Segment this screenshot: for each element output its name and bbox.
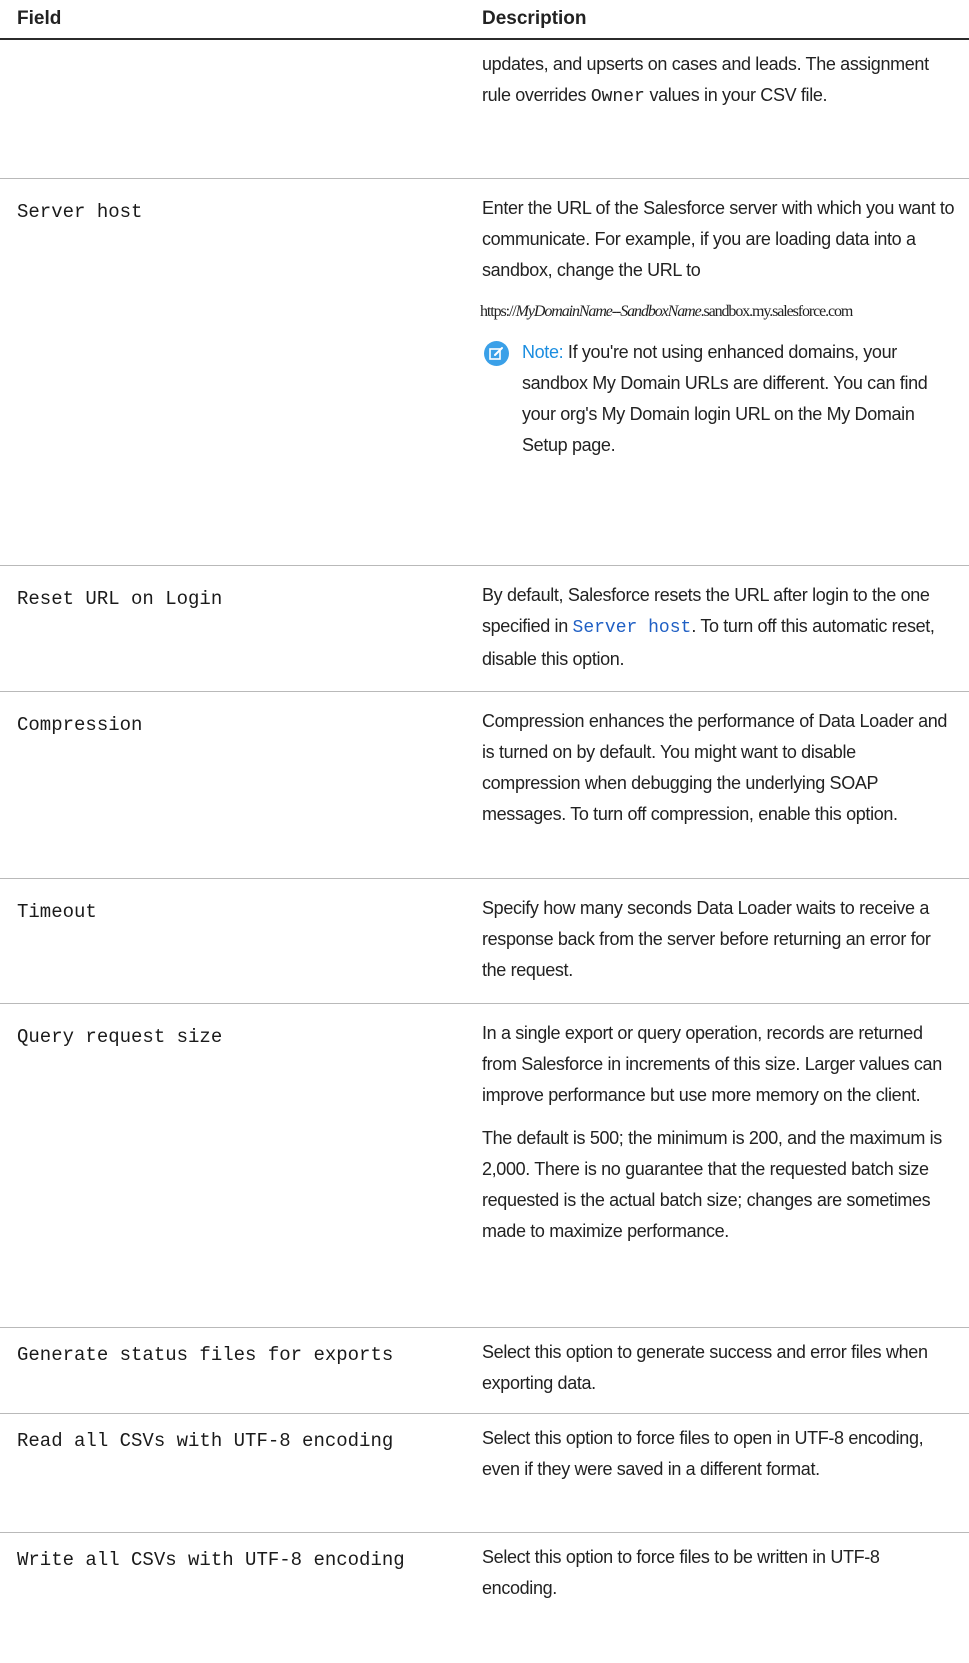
note-label: Note: xyxy=(522,342,564,362)
table-row: Reset URL on Login By default, Salesforc… xyxy=(0,566,969,692)
table-header: Field Description xyxy=(0,0,969,40)
url-suffix: .sandbox.my.salesforce.com xyxy=(700,303,854,320)
description-text: Enter the URL of the Salesforce server w… xyxy=(482,198,955,280)
description-text: The default is 500; the minimum is 200, … xyxy=(482,1128,942,1241)
description-cell: Compression enhances the performance of … xyxy=(482,711,948,824)
field-name: Reset URL on Login xyxy=(17,588,223,610)
url-prefix: https:// xyxy=(480,303,517,320)
table-row: Query request size In a single export or… xyxy=(0,1004,969,1328)
url-dash: -- xyxy=(611,303,622,320)
url-sandbox-placeholder: SandboxName xyxy=(620,303,701,320)
description-cell: By default, Salesforce resets the URL af… xyxy=(482,566,957,687)
field-name: Generate status files for exports xyxy=(17,1344,394,1366)
description-cell: Specify how many seconds Data Loader wai… xyxy=(482,898,931,980)
header-field: Field xyxy=(17,8,62,29)
url-domain-placeholder: MyDomainName xyxy=(515,303,613,320)
description-text: In a single export or query operation, r… xyxy=(482,1023,942,1105)
table-row: Server host Enter the URL of the Salesfo… xyxy=(0,179,969,566)
code-owner: Owner xyxy=(590,87,645,107)
description-cell: updates, and upserts on cases and leads.… xyxy=(482,40,957,125)
table-row: Read all CSVs with UTF-8 encoding Select… xyxy=(0,1414,969,1533)
header-description: Description xyxy=(482,8,587,29)
field-name: Timeout xyxy=(17,901,97,923)
table-row: Compression Compression enhances the per… xyxy=(0,692,969,879)
sandbox-url: https://MyDomainName--SandboxName.sandbo… xyxy=(480,296,957,327)
description-cell: In a single export or query operation, r… xyxy=(482,1004,957,1259)
table-row: Write all CSVs with UTF-8 encoding Selec… xyxy=(0,1533,969,1623)
settings-table: Field Description updates, and upserts o… xyxy=(0,0,969,1623)
note-callout: Note: If you're not using enhanced domai… xyxy=(482,337,957,461)
field-name: Query request size xyxy=(17,1026,223,1048)
server-host-link[interactable]: Server host xyxy=(573,618,692,638)
table-row: Generate status files for exports Select… xyxy=(0,1328,969,1414)
description-cell: Enter the URL of the Salesforce server w… xyxy=(480,179,957,473)
edit-note-icon xyxy=(484,341,509,366)
table-row: updates, and upserts on cases and leads.… xyxy=(0,40,969,179)
description-text: values in your CSV file. xyxy=(644,85,828,105)
description-cell: Select this option to force files to be … xyxy=(482,1547,880,1598)
description-cell: Select this option to force files to ope… xyxy=(482,1428,924,1479)
description-cell: Select this option to generate success a… xyxy=(482,1342,928,1393)
table-row: Timeout Specify how many seconds Data Lo… xyxy=(0,879,969,1004)
field-name: Write all CSVs with UTF-8 encoding xyxy=(17,1549,405,1571)
note-text: If you're not using enhanced domains, yo… xyxy=(522,342,928,455)
field-name: Server host xyxy=(17,201,143,223)
field-name: Compression xyxy=(17,714,143,736)
field-name: Read all CSVs with UTF-8 encoding xyxy=(17,1430,394,1452)
